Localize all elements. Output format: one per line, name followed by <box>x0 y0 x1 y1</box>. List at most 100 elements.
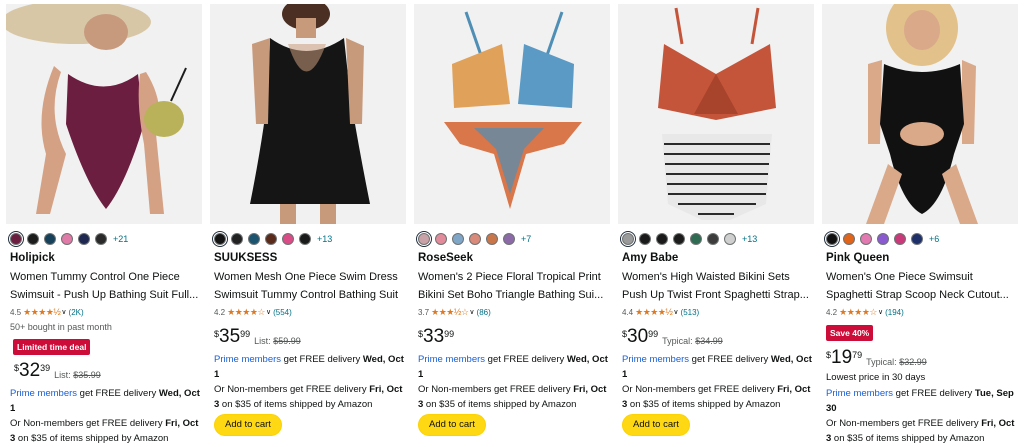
prime-members-link[interactable]: Prime members <box>826 388 893 399</box>
add-to-cart-button[interactable]: Add to cart <box>622 414 690 436</box>
color-swatch[interactable] <box>415 230 433 248</box>
product-title-line: Women's One Piece Swimsuit <box>826 271 973 283</box>
rating-row[interactable]: 4.4 ★★★★½ ∨ (513) <box>622 306 699 318</box>
product-image[interactable] <box>414 4 610 224</box>
product-title[interactable]: Women's One Piece Swimsuit Spaghetti Str… <box>826 268 1022 304</box>
more-colors-link[interactable]: +6 <box>929 234 939 244</box>
prime-members-link[interactable]: Prime members <box>10 388 77 399</box>
review-count-link[interactable]: (513) <box>681 308 700 317</box>
more-colors-link[interactable]: +13 <box>317 234 332 244</box>
review-count-link[interactable]: (86) <box>477 308 491 317</box>
rating-row[interactable]: 3.7 ★★★½☆ ∨ (86) <box>418 306 491 318</box>
product-title-line: Swimsuit - Push Up Bathing Suit Full... <box>10 289 199 301</box>
color-swatch[interactable] <box>299 233 311 245</box>
color-swatch[interactable] <box>452 233 464 245</box>
star-rating-icon: ★★★★☆ <box>227 306 265 317</box>
price-fraction: 99 <box>444 329 455 339</box>
product-card: +13 Amy Babe Women's High Waisted Bikini… <box>618 0 816 447</box>
prime-members-link[interactable]: Prime members <box>622 354 689 365</box>
product-title[interactable]: Women's 2 Piece Floral Tropical Print Bi… <box>418 268 612 304</box>
color-swatch[interactable] <box>27 233 39 245</box>
color-swatch[interactable] <box>248 233 260 245</box>
color-swatch[interactable] <box>877 233 889 245</box>
color-swatch[interactable] <box>44 233 56 245</box>
deal-badge: Limited time deal <box>13 339 91 355</box>
more-colors-link[interactable]: +7 <box>521 234 531 244</box>
color-swatch[interactable] <box>486 233 498 245</box>
color-swatches: +13 <box>619 230 757 248</box>
color-swatch[interactable] <box>656 233 668 245</box>
color-swatch[interactable] <box>265 233 277 245</box>
more-colors-link[interactable]: +13 <box>742 234 757 244</box>
color-swatch[interactable] <box>619 230 637 248</box>
rating-value: 4.4 <box>622 307 634 317</box>
product-title-line: Women's High Waisted Bikini Sets <box>622 271 790 283</box>
color-swatch[interactable] <box>673 233 685 245</box>
color-swatch[interactable] <box>95 233 107 245</box>
product-title[interactable]: Women Tummy Control One Piece Swimsuit -… <box>10 268 204 304</box>
list-price-label: List: <box>254 336 271 346</box>
price[interactable]: $ 35 99 List: $59.99 <box>214 327 301 347</box>
color-swatch[interactable] <box>7 230 25 248</box>
color-swatch[interactable] <box>894 233 906 245</box>
color-swatch[interactable] <box>211 230 229 248</box>
product-image[interactable] <box>210 4 406 224</box>
product-title[interactable]: Women's High Waisted Bikini Sets Push Up… <box>622 268 816 304</box>
list-price: List: $59.99 <box>254 336 301 346</box>
rating-row[interactable]: 4.2 ★★★★☆ ∨ (554) <box>214 306 292 318</box>
lowest-price-note: Lowest price in 30 days <box>826 372 926 383</box>
color-swatch[interactable] <box>61 233 73 245</box>
color-swatch[interactable] <box>503 233 515 245</box>
prime-members-link[interactable]: Prime members <box>418 354 485 365</box>
review-count-link[interactable]: (2K) <box>69 308 84 317</box>
add-to-cart-button[interactable]: Add to cart <box>214 414 282 436</box>
price[interactable]: $ 33 99 <box>418 327 458 347</box>
review-count-link[interactable]: (554) <box>273 308 292 317</box>
color-swatch[interactable] <box>707 233 719 245</box>
price[interactable]: $ 30 99 Typical: $34.99 <box>622 327 723 347</box>
price-fraction: 99 <box>648 329 659 339</box>
chevron-down-icon[interactable]: ∨ <box>266 308 271 316</box>
deal-badge: Save 40% <box>826 325 874 341</box>
product-image[interactable] <box>618 4 814 224</box>
color-swatch[interactable] <box>911 233 923 245</box>
product-photo-swim-dress-icon <box>210 4 406 224</box>
color-swatch[interactable] <box>231 233 243 245</box>
brand-name: Pink Queen <box>826 252 890 264</box>
color-swatch[interactable] <box>639 233 651 245</box>
color-swatch[interactable] <box>282 233 294 245</box>
chevron-down-icon[interactable]: ∨ <box>469 308 474 316</box>
product-card: +6 Pink Queen Women's One Piece Swimsuit… <box>822 0 1024 447</box>
color-swatch[interactable] <box>690 233 702 245</box>
price-whole: 30 <box>627 326 649 347</box>
star-rating-icon: ★★★★☆ <box>839 306 877 317</box>
review-count-link[interactable]: (194) <box>885 308 904 317</box>
color-swatch[interactable] <box>860 233 872 245</box>
price[interactable]: $ 19 79 Typical: $32.99 <box>826 348 927 368</box>
product-image[interactable] <box>6 4 202 224</box>
rating-row[interactable]: 4.2 ★★★★☆ ∨ (194) <box>826 306 904 318</box>
color-swatch[interactable] <box>823 230 841 248</box>
color-swatch[interactable] <box>843 233 855 245</box>
rating-row[interactable]: 4.5 ★★★★½ ∨ (2K) <box>10 306 84 318</box>
more-colors-link[interactable]: +21 <box>113 234 128 244</box>
color-swatch[interactable] <box>435 233 447 245</box>
product-image[interactable] <box>822 4 1018 224</box>
nonmember-delivery-tail: on $35 of items shipped by Amazon <box>627 399 781 410</box>
color-swatch[interactable] <box>469 233 481 245</box>
prime-members-link[interactable]: Prime members <box>214 354 281 365</box>
chevron-down-icon[interactable]: ∨ <box>673 308 678 316</box>
price[interactable]: $ 32 39 List: $35.99 <box>14 361 101 381</box>
product-title[interactable]: Women Mesh One Piece Swim Dress Swimsuit… <box>214 268 408 304</box>
color-swatch[interactable] <box>78 233 90 245</box>
add-to-cart-button[interactable]: Add to cart <box>418 414 486 436</box>
chevron-down-icon[interactable]: ∨ <box>878 308 883 316</box>
chevron-down-icon[interactable]: ∨ <box>61 308 66 316</box>
price-fraction: 79 <box>852 350 863 360</box>
star-rating-icon: ★★★★½ <box>23 306 61 317</box>
price-fraction: 39 <box>40 363 51 373</box>
color-swatch[interactable] <box>724 233 736 245</box>
brand-name: RoseSeek <box>418 252 473 264</box>
product-card: +21 Holipick Women Tummy Control One Pie… <box>6 0 204 447</box>
product-card: +7 RoseSeek Women's 2 Piece Floral Tropi… <box>414 0 612 447</box>
